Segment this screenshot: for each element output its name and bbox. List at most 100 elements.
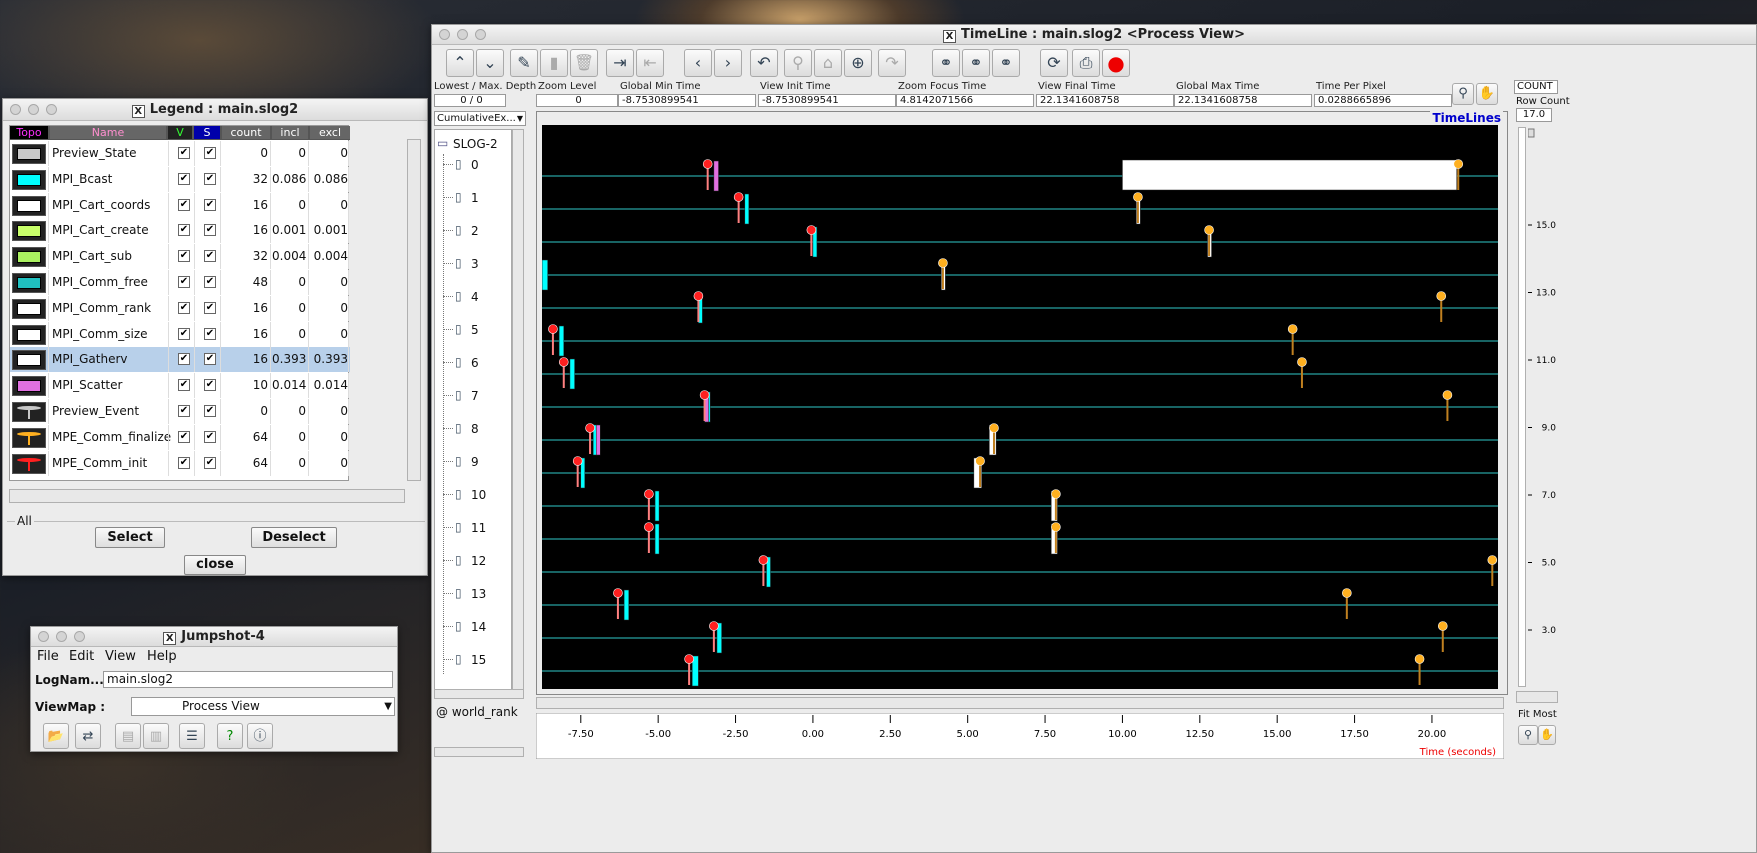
- tree-rank-3[interactable]: 3: [471, 257, 479, 271]
- hand-tool-icon[interactable]: ✋: [1476, 83, 1498, 105]
- searchable-checkbox[interactable]: ✔: [204, 456, 216, 469]
- visible-checkbox[interactable]: ✔: [178, 301, 190, 314]
- state-bar[interactable]: [654, 523, 660, 555]
- logname-field[interactable]: main.slog2: [103, 671, 393, 688]
- tree-rank-2[interactable]: 2: [471, 224, 479, 238]
- close-button[interactable]: close: [184, 555, 246, 575]
- redo-icon[interactable]: ↷: [878, 49, 906, 77]
- searchable-checkbox[interactable]: ✔: [204, 198, 216, 211]
- field-value[interactable]: 0: [536, 94, 618, 107]
- comm-finalize-event[interactable]: [1051, 522, 1061, 532]
- tree-rank-15[interactable]: 15: [471, 653, 486, 667]
- legend-titlebar[interactable]: X Legend : main.slog2: [3, 99, 427, 121]
- undo-icon[interactable]: ↶: [750, 49, 778, 77]
- comm-finalize-event[interactable]: [1414, 654, 1425, 664]
- comm-finalize-event[interactable]: [1204, 225, 1214, 235]
- col-topo[interactable]: Topo: [10, 126, 48, 139]
- searchable-checkbox[interactable]: ✔: [204, 430, 216, 443]
- comm-init-event[interactable]: [806, 225, 817, 235]
- field-value[interactable]: 0 / 0: [434, 94, 506, 107]
- legend-row[interactable]: Preview_State ✔ ✔ 0 0 0: [10, 141, 350, 166]
- bottom-left-scrollbar[interactable]: [434, 747, 524, 757]
- canvas-hscrollbar[interactable]: [536, 697, 1504, 709]
- viewmap-select[interactable]: Process View ▼: [131, 697, 395, 716]
- comm-init-event[interactable]: [585, 423, 595, 433]
- row-slider-thumb[interactable]: [1528, 128, 1535, 138]
- comm-init-event[interactable]: [644, 489, 654, 499]
- timeline-titlebar[interactable]: X TimeLine : main.slog2 <Process View>: [432, 25, 1756, 45]
- row-count-field[interactable]: 17.0: [1516, 108, 1552, 122]
- visible-checkbox[interactable]: ✔: [178, 147, 190, 159]
- legend-swatch[interactable]: [12, 195, 46, 216]
- state-bar[interactable]: [623, 589, 630, 621]
- zoom-in-icon[interactable]: ⊕: [844, 49, 872, 77]
- legend-swatch[interactable]: [12, 324, 46, 345]
- searchable-checkbox[interactable]: ✔: [204, 172, 216, 185]
- field-value[interactable]: -8.7530899541: [618, 94, 756, 107]
- comm-finalize-event[interactable]: [1133, 192, 1143, 202]
- col-v[interactable]: V: [168, 126, 192, 139]
- visible-checkbox[interactable]: ✔: [178, 172, 190, 185]
- state-bar[interactable]: [713, 160, 719, 192]
- comm-init-event[interactable]: [548, 324, 558, 334]
- legend-swatch[interactable]: [12, 144, 46, 164]
- menu-file[interactable]: File: [37, 649, 59, 664]
- tree-rank-11[interactable]: 11: [471, 521, 486, 535]
- tree-rank-5[interactable]: 5: [471, 323, 479, 337]
- searchable-checkbox[interactable]: ✔: [204, 276, 216, 288]
- document-icon[interactable]: ▤: [115, 723, 141, 749]
- comm-finalize-event[interactable]: [938, 258, 948, 268]
- comm-init-event[interactable]: [699, 390, 710, 400]
- state-bar[interactable]: [654, 490, 660, 522]
- state-bar[interactable]: [569, 358, 575, 390]
- scroll-left-icon[interactable]: ‹: [684, 49, 712, 77]
- comm-finalize-event[interactable]: [989, 423, 999, 433]
- info-icon[interactable]: ⓘ: [247, 723, 273, 749]
- hand-tool-icon[interactable]: ✋: [1538, 725, 1556, 745]
- open-icon[interactable]: 📂: [43, 723, 69, 749]
- row-slider[interactable]: [1518, 127, 1526, 687]
- visible-checkbox[interactable]: ✔: [178, 405, 190, 417]
- comm-finalize-event[interactable]: [975, 456, 985, 466]
- legend-swatch[interactable]: [12, 247, 46, 268]
- legend-row[interactable]: MPI_Cart_create ✔ ✔ 16 0.001 0.001: [10, 218, 350, 244]
- select-button[interactable]: Select: [95, 527, 165, 548]
- comm-init-event[interactable]: [644, 522, 654, 532]
- col-name[interactable]: Name: [50, 126, 166, 139]
- home-icon[interactable]: ⌂: [814, 49, 842, 77]
- search-icon[interactable]: ⚭: [962, 49, 990, 77]
- convert-icon[interactable]: ⇄: [75, 723, 101, 749]
- import-icon[interactable]: ⇤: [636, 49, 664, 77]
- legend-row[interactable]: MPI_Cart_coords ✔ ✔ 16 0 0: [10, 192, 350, 218]
- comm-finalize-event[interactable]: [1342, 588, 1352, 598]
- legend-swatch[interactable]: [12, 298, 46, 319]
- tree-rank-7[interactable]: 7: [471, 389, 479, 403]
- tree-rank-9[interactable]: 9: [471, 455, 479, 469]
- comm-finalize-event[interactable]: [1051, 489, 1061, 499]
- zoom-tool-icon[interactable]: ⚲: [1518, 725, 1538, 745]
- legend-row[interactable]: MPI_Cart_sub ✔ ✔ 32 0.004 0.004: [10, 244, 350, 270]
- comm-init-event[interactable]: [758, 555, 769, 565]
- tree-rank-8[interactable]: 8: [471, 422, 479, 436]
- tree-rank-1[interactable]: 1: [471, 191, 479, 205]
- menu-edit[interactable]: Edit: [69, 649, 94, 664]
- menu-help[interactable]: Help: [147, 649, 177, 664]
- refresh-icon[interactable]: ⟳: [1040, 49, 1068, 77]
- comm-init-event[interactable]: [558, 357, 569, 367]
- legend-vscrollbar[interactable]: [407, 139, 421, 481]
- tree-rank-13[interactable]: 13: [471, 587, 486, 601]
- scroll-right-icon[interactable]: ›: [714, 49, 742, 77]
- count-combo[interactable]: COUNT: [1514, 80, 1558, 94]
- visible-checkbox[interactable]: ✔: [178, 353, 190, 366]
- legend-row[interactable]: MPE_Comm_finalize ✔ ✔ 64 0 0: [10, 424, 350, 450]
- search-forward-icon[interactable]: ⚭: [992, 49, 1020, 77]
- tree-vscrollbar[interactable]: [512, 129, 524, 691]
- state-bar[interactable]: [596, 424, 601, 456]
- legend-row[interactable]: MPI_Scatter ✔ ✔ 10 0.014 0.014: [10, 373, 350, 399]
- comm-finalize-event[interactable]: [1436, 291, 1447, 301]
- visible-checkbox[interactable]: ✔: [178, 430, 190, 443]
- visible-checkbox[interactable]: ✔: [178, 250, 190, 263]
- comm-finalize-event[interactable]: [1437, 621, 1448, 631]
- comm-finalize-event[interactable]: [1297, 357, 1307, 367]
- search-backward-icon[interactable]: ⚭: [932, 49, 960, 77]
